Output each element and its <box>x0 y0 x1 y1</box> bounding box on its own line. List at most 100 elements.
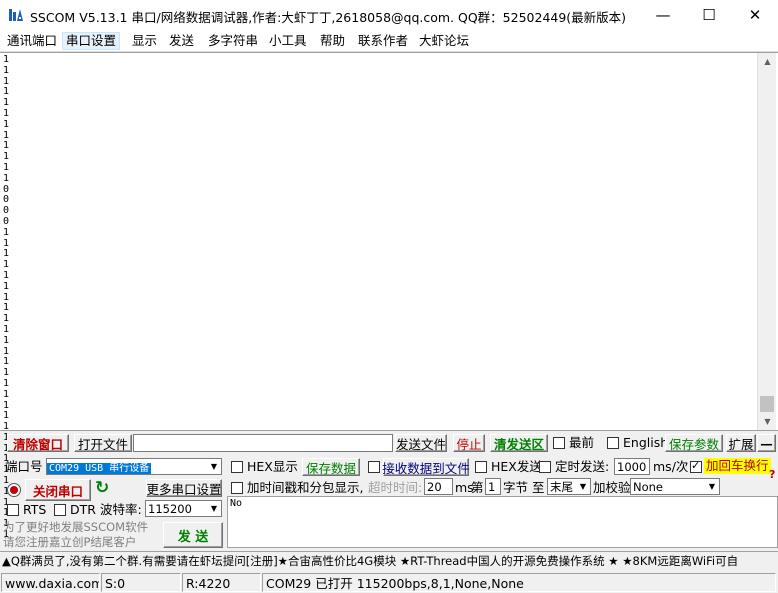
receive-line: 1 <box>3 237 10 249</box>
menu-comm-port[interactable]: 通讯端口 <box>4 32 60 50</box>
close-port-button[interactable]: 关闭串口 <box>25 479 91 501</box>
status-bar: www.daxia.com S:0 R:4220 COM29 已打开 11520… <box>0 572 778 593</box>
receive-line: 1 <box>3 399 10 411</box>
timed-send-label: 定时发送: <box>555 459 610 474</box>
receive-line: 0 <box>3 215 10 227</box>
receive-line: 1 <box>3 388 10 400</box>
maximize-button[interactable]: ☐ <box>686 0 732 30</box>
title-bar[interactable]: SSCOM V5.13.1 串口/网络数据调试器,作者:大虾丁丁,2618058… <box>0 0 778 30</box>
hex-display-label: HEX显示 <box>247 459 298 474</box>
clear-send-button[interactable]: 清发送区 <box>490 434 548 452</box>
file-path-input[interactable] <box>133 434 393 452</box>
receive-area[interactable]: 1111111111110000111111111111111111111111… <box>0 52 778 540</box>
promo-text: 为了更好地发展SSCOM软件 请您注册嘉立创P结尾客户 <box>3 520 148 550</box>
timeout-input[interactable]: 20 <box>424 478 453 495</box>
latest-checkbox[interactable] <box>553 437 565 449</box>
close-icon: ✕ <box>748 6 762 24</box>
status-website[interactable]: www.daxia.com <box>1 573 100 592</box>
more-serial-settings-button[interactable]: 更多串口设置 <box>146 479 222 497</box>
close-button[interactable]: ✕ <box>732 0 778 30</box>
promo-line-2: 请您注册嘉立创P结尾客户 <box>3 535 137 549</box>
scroll-up-icon[interactable]: ▲ <box>758 53 777 70</box>
receive-line: 1 <box>3 161 10 173</box>
receive-line: 1 <box>3 377 10 389</box>
receive-line: 1 <box>3 118 10 130</box>
receive-line: 1 <box>3 86 10 98</box>
menu-tools[interactable]: 小工具 <box>266 32 310 50</box>
menu-help[interactable]: 帮助 <box>317 32 348 50</box>
receive-line: 1 <box>3 367 10 379</box>
receive-line: 1 <box>3 151 10 163</box>
add-crlf-label: 加回车换行 <box>704 458 771 474</box>
checksum-select[interactable]: None ▼ <box>630 478 720 495</box>
rts-label: RTS <box>23 502 47 517</box>
receive-line: 1 <box>3 75 10 87</box>
minimize-button[interactable]: — <box>640 0 686 30</box>
save-data-button[interactable]: 保存数据 <box>302 458 360 476</box>
help-question-icon[interactable]: ? <box>769 467 775 483</box>
menu-forum[interactable]: 大虾论坛 <box>416 32 472 50</box>
checksum-select-value: None <box>633 480 664 494</box>
expand-button[interactable]: 扩展 <box>726 434 756 452</box>
chevron-down-icon: ▼ <box>210 503 218 513</box>
latest-label: 最前 <box>569 435 595 450</box>
receive-line: 1 <box>3 129 10 141</box>
byte-start-input[interactable]: 1 <box>485 478 501 495</box>
receive-line: 1 <box>3 302 10 314</box>
receive-line: 1 <box>3 140 10 152</box>
baud-label: 波特率: <box>100 502 142 517</box>
rts-checkbox[interactable] <box>7 504 19 516</box>
interval-unit-label: ms/次 <box>653 459 689 474</box>
hex-display-checkbox[interactable] <box>231 461 243 473</box>
vertical-scrollbar[interactable]: ▲ ▼ <box>757 53 776 430</box>
menu-send[interactable]: 发送 <box>166 32 197 50</box>
recv-to-file-button[interactable]: 接收数据到文件 <box>382 458 470 476</box>
hex-send-checkbox[interactable] <box>475 461 487 473</box>
receive-line: 1 <box>3 248 10 260</box>
menu-multi-string[interactable]: 多字符串 <box>205 32 261 50</box>
receive-line: 1 <box>3 226 10 238</box>
stop-button[interactable]: 停止 <box>453 434 485 452</box>
chevron-down-icon: ▼ <box>210 461 218 471</box>
receive-line: 1 <box>3 291 10 303</box>
port-status-icon <box>7 483 21 497</box>
port-select-value: COM29 USB 串行设备 <box>47 463 152 474</box>
interval-input[interactable]: 1000 <box>614 458 650 475</box>
collapse-button[interactable]: — <box>757 434 776 452</box>
to-select[interactable]: 末尾 ▼ <box>547 478 591 495</box>
receive-line: 1 <box>3 172 10 184</box>
receive-line: 1 <box>3 97 10 109</box>
chevron-down-icon: ▼ <box>708 481 716 491</box>
save-params-button[interactable]: 保存参数 <box>665 434 723 452</box>
send-file-button[interactable]: 发送文件 <box>395 434 447 452</box>
timestamp-checkbox[interactable] <box>231 482 243 494</box>
menu-bar: 通讯端口 串口设置 显示 发送 多字符串 小工具 帮助 联系作者 大虾论坛 <box>0 30 778 52</box>
app-logo-icon <box>8 7 24 23</box>
baud-select[interactable]: 115200 ▼ <box>145 500 222 517</box>
send-button[interactable]: 发 送 <box>163 522 223 548</box>
ticker-bar[interactable]: ▲Q群满员了,没有第二个群.有需要请在虾坛提问[注册]★合宙高性价比4G模块 ★… <box>0 551 778 571</box>
refresh-icon[interactable]: ↻ <box>95 480 109 497</box>
dtr-checkbox[interactable] <box>54 504 66 516</box>
scroll-down-icon[interactable]: ▼ <box>758 413 777 430</box>
open-file-button[interactable]: 打开文件 <box>74 434 132 452</box>
receive-line: 1 <box>3 356 10 368</box>
baud-select-value: 115200 <box>148 502 192 516</box>
byte-to-label: 字节 至 <box>503 480 545 495</box>
english-checkbox[interactable] <box>607 437 619 449</box>
clear-window-button[interactable]: 清除窗口 <box>7 434 69 452</box>
timeout-label: 超时时间: <box>368 480 423 495</box>
port-select[interactable]: COM29 USB 串行设备 ▼ <box>46 458 222 475</box>
timed-send-checkbox[interactable] <box>539 461 551 473</box>
menu-display[interactable]: 显示 <box>129 32 160 50</box>
recv-to-file-checkbox[interactable] <box>368 461 380 473</box>
menu-contact-author[interactable]: 联系作者 <box>355 32 411 50</box>
menu-serial-settings[interactable]: 串口设置 <box>62 32 121 50</box>
send-text-area[interactable]: No <box>227 496 778 548</box>
receive-line: 1 <box>3 280 10 292</box>
receive-line: 1 <box>3 269 10 281</box>
receive-line: 1 <box>3 334 10 346</box>
scroll-thumb[interactable] <box>760 396 774 412</box>
add-crlf-checkbox[interactable] <box>690 459 702 473</box>
receive-line: 0 <box>3 205 10 217</box>
